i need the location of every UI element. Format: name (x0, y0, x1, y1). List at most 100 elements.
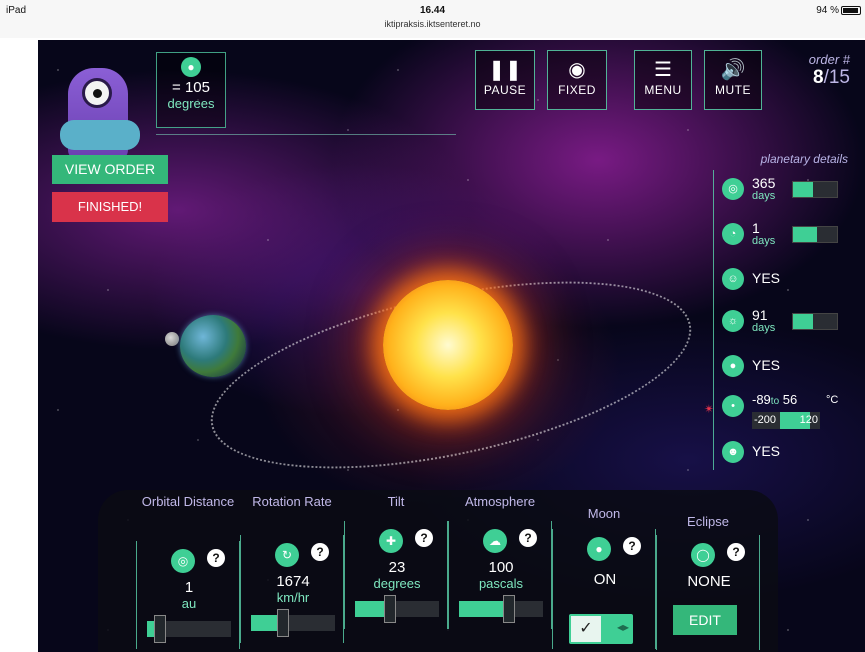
control-unit: pascals (478, 576, 524, 591)
check-icon: ✓ (571, 616, 601, 642)
menu-button[interactable]: ☰ MENU (634, 50, 692, 110)
detail-unit: days (752, 190, 776, 202)
range-high: 120 (799, 414, 818, 426)
atmosphere-control: Atmosphere ☁ ? 100 pascals (448, 495, 552, 652)
view-order-button[interactable]: VIEW ORDER (52, 155, 168, 184)
orbital-distance-control: Orbital Distance ◎ ? 1 au (136, 495, 240, 652)
temperature-readout: ● = 105 degrees (156, 52, 226, 128)
help-button[interactable]: ? (415, 529, 433, 547)
season-icon: ☼ (722, 310, 744, 332)
fixed-label: FIXED (558, 83, 596, 97)
detail-value: YES (752, 270, 781, 286)
control-unit: km/hr (276, 590, 310, 605)
detail-value: YES (752, 357, 781, 373)
moon-toggle[interactable]: ✓ ◂▸ (569, 614, 633, 644)
orbital-distance-slider[interactable] (147, 615, 231, 643)
control-unit: au (181, 596, 197, 611)
detail-temperature: • -89to 56 °C -200 120 (722, 392, 844, 432)
finished-button[interactable]: FINISHED! (52, 192, 168, 222)
edit-button[interactable]: EDIT (673, 605, 737, 635)
slider-handle[interactable] (384, 595, 397, 623)
help-button[interactable]: ? (207, 549, 225, 567)
detail-unit: days (752, 322, 776, 334)
range-low: -200 (754, 414, 777, 426)
control-title: Rotation Rate (252, 494, 332, 509)
menu-label: MENU (644, 83, 682, 97)
battery-percent: 94 % (816, 5, 839, 16)
camera-icon: ◉ (568, 59, 586, 81)
planetary-details-title: planetary details (760, 152, 848, 166)
slider-handle[interactable] (276, 609, 289, 637)
order-title: order # (808, 52, 850, 67)
game-canvas[interactable]: ● = 105 degrees VIEW ORDER FINISHED! ❚❚ … (38, 40, 865, 652)
life-face-icon: ☻ (722, 441, 744, 463)
url-bar[interactable]: iktipraksis.iktsenteret.no (0, 19, 865, 29)
detail-value: 91 (752, 307, 768, 323)
control-value: 1674 (276, 573, 310, 590)
help-button[interactable]: ? (727, 543, 745, 561)
moon-body (165, 332, 179, 346)
rotation-icon: ↻ (275, 543, 299, 567)
eclipse-control: Eclipse ◯ ? NONE EDIT (656, 495, 760, 652)
slider-handle[interactable] (503, 595, 516, 623)
tilt-icon: ✚ (379, 529, 403, 553)
control-unit: degrees (373, 576, 421, 591)
help-button[interactable]: ? (311, 543, 329, 561)
order-counter: order # 8/15 (780, 52, 850, 89)
thermometer-icon: ● (181, 57, 201, 77)
control-title: Orbital Distance (141, 494, 235, 509)
control-value: 100 (488, 559, 514, 576)
order-total: /15 (823, 67, 850, 88)
temperature-value: = 105 (172, 79, 210, 96)
alien-avatar (52, 50, 148, 162)
temp-range: -89to 56 (752, 392, 797, 407)
rotation-rate-control: Rotation Rate ↻ ? 1674 km/hr (240, 495, 344, 652)
detail-orbit-period: ◎ 365 days (722, 175, 844, 205)
detail-water: ● YES (722, 352, 844, 382)
detail-day-length: ◔ 1 days (722, 220, 844, 250)
divider (156, 134, 456, 135)
detail-moon: ☺ YES (722, 265, 844, 295)
water-drop-icon: ● (722, 355, 744, 377)
temp-to: to (770, 396, 780, 407)
slider-handle[interactable] (154, 615, 167, 643)
cloud-icon: ☁ (483, 529, 507, 553)
atmosphere-slider[interactable] (459, 595, 543, 623)
planet[interactable] (180, 315, 246, 377)
tilt-control: Tilt ✚ ? 23 degrees (344, 495, 448, 652)
pause-button[interactable]: ❚❚ PAUSE (475, 50, 535, 110)
orbit-icon: ◎ (722, 178, 744, 200)
rotation-icon: ◔ (722, 223, 744, 245)
control-value: ON (593, 571, 617, 588)
fixed-button[interactable]: ◉ FIXED (547, 50, 607, 110)
mute-label: MUTE (715, 83, 751, 97)
temp-high: 56 (782, 392, 798, 407)
order-current: 8 (813, 67, 824, 88)
detail-value: YES (752, 443, 781, 459)
detail-unit: days (752, 235, 776, 247)
help-button[interactable]: ? (623, 537, 641, 555)
detail-bar (792, 226, 838, 243)
warning-icon: ✴ (704, 402, 715, 416)
control-value: NONE (687, 573, 731, 590)
moon-face-icon: ☺ (722, 268, 744, 290)
tilt-slider[interactable] (355, 595, 439, 623)
rotation-rate-slider[interactable] (251, 609, 335, 637)
sun (383, 280, 513, 410)
help-button[interactable]: ? (519, 529, 537, 547)
detail-seasons: ☼ 91 days (722, 307, 844, 337)
detail-life: ☻ YES (722, 438, 844, 468)
toggle-arrows-icon: ◂▸ (616, 620, 629, 634)
status-bar: iPad 16.44 iktipraksis.iktsenteret.no 94… (0, 0, 865, 38)
detail-bar (792, 313, 838, 330)
temp-range-bar: -200 120 (752, 412, 820, 429)
battery-icon (841, 6, 861, 15)
control-value: 1 (184, 579, 194, 596)
mute-button[interactable]: 🔊 MUTE (704, 50, 762, 110)
pause-icon: ❚❚ (488, 59, 522, 81)
speaker-icon: 🔊 (720, 59, 746, 81)
temp-low: -89 (752, 392, 771, 407)
detail-value: 365 (752, 175, 776, 191)
detail-value: 1 (752, 220, 760, 236)
eclipse-icon: ◯ (691, 543, 715, 567)
